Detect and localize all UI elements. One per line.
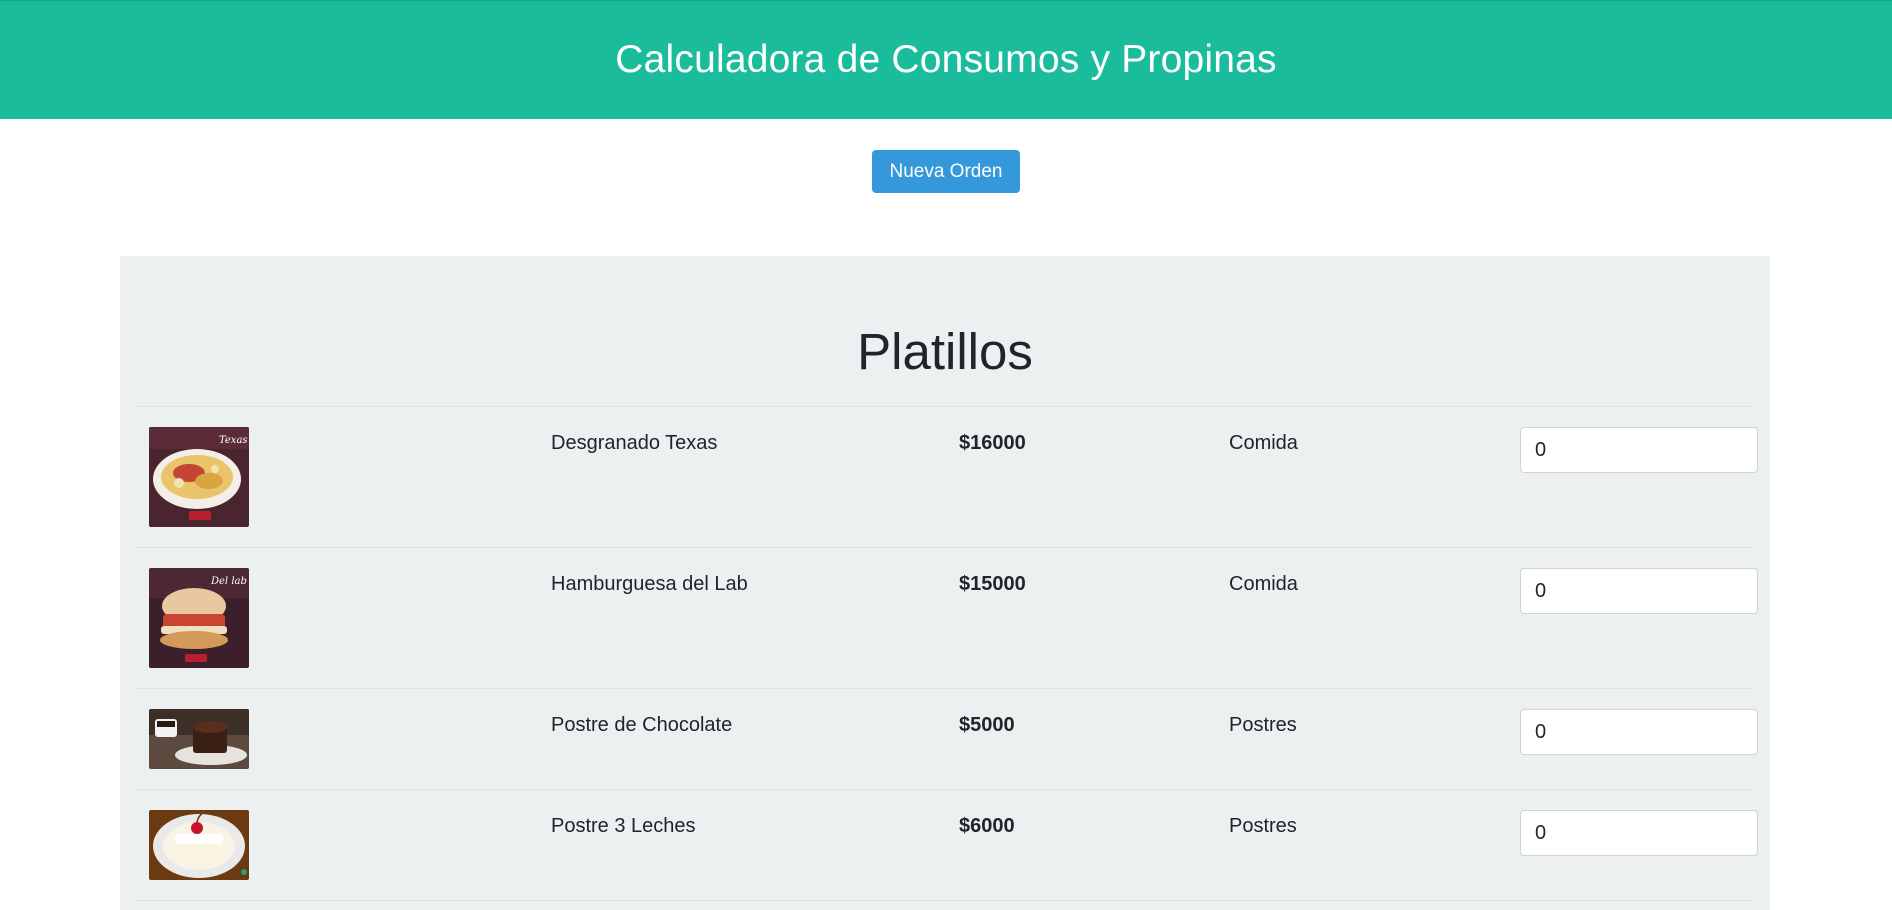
- actions-bar: Nueva Orden: [0, 119, 1892, 200]
- quantity-input[interactable]: [1520, 427, 1758, 473]
- dish-price: $16000: [959, 432, 1026, 454]
- dish-category: Comida: [1229, 432, 1298, 454]
- dish-name: Desgranado Texas: [551, 432, 718, 454]
- quantity-input[interactable]: [1520, 810, 1758, 856]
- dish-image-desgranado: Texas: [149, 427, 249, 527]
- dish-name: Postre de Chocolate: [551, 714, 733, 736]
- menu-item: Texas Desgranado Texas $16000 Comida: [136, 407, 1758, 548]
- menu-item: Postre 3 Leches $6000 Postres: [136, 790, 1758, 901]
- menu-item: Del lab Hamburguesa del Lab $15000 Comid…: [136, 548, 1758, 689]
- dish-image-chocolate: [149, 709, 249, 769]
- app-header: Calculadora de Consumos y Propinas: [0, 0, 1892, 119]
- menu-panel: Platillos Texas Desgranado Texas $16000 …: [120, 256, 1770, 910]
- dish-category: Postres: [1229, 714, 1297, 736]
- quantity-input[interactable]: [1520, 709, 1758, 755]
- dish-image-tres-leches: [149, 810, 249, 880]
- new-order-button[interactable]: Nueva Orden: [872, 150, 1020, 193]
- dish-image-hamburguesa: Del lab: [149, 568, 249, 668]
- dish-price: $6000: [959, 815, 1015, 837]
- quantity-input[interactable]: [1520, 568, 1758, 614]
- menu-title: Platillos: [857, 323, 1033, 380]
- dish-price: $5000: [959, 714, 1015, 736]
- dish-name: Postre 3 Leches: [551, 815, 696, 837]
- menu-list: Texas Desgranado Texas $16000 Comida Del: [136, 406, 1758, 901]
- dish-price: $15000: [959, 573, 1026, 595]
- svg-text:Del lab: Del lab: [210, 576, 247, 587]
- svg-text:Texas: Texas: [219, 435, 248, 446]
- app-title: Calculadora de Consumos y Propinas: [615, 38, 1277, 81]
- dish-name: Hamburguesa del Lab: [551, 573, 748, 595]
- menu-item: Postre de Chocolate $5000 Postres: [136, 689, 1758, 790]
- dish-category: Postres: [1229, 815, 1297, 837]
- dish-category: Comida: [1229, 573, 1298, 595]
